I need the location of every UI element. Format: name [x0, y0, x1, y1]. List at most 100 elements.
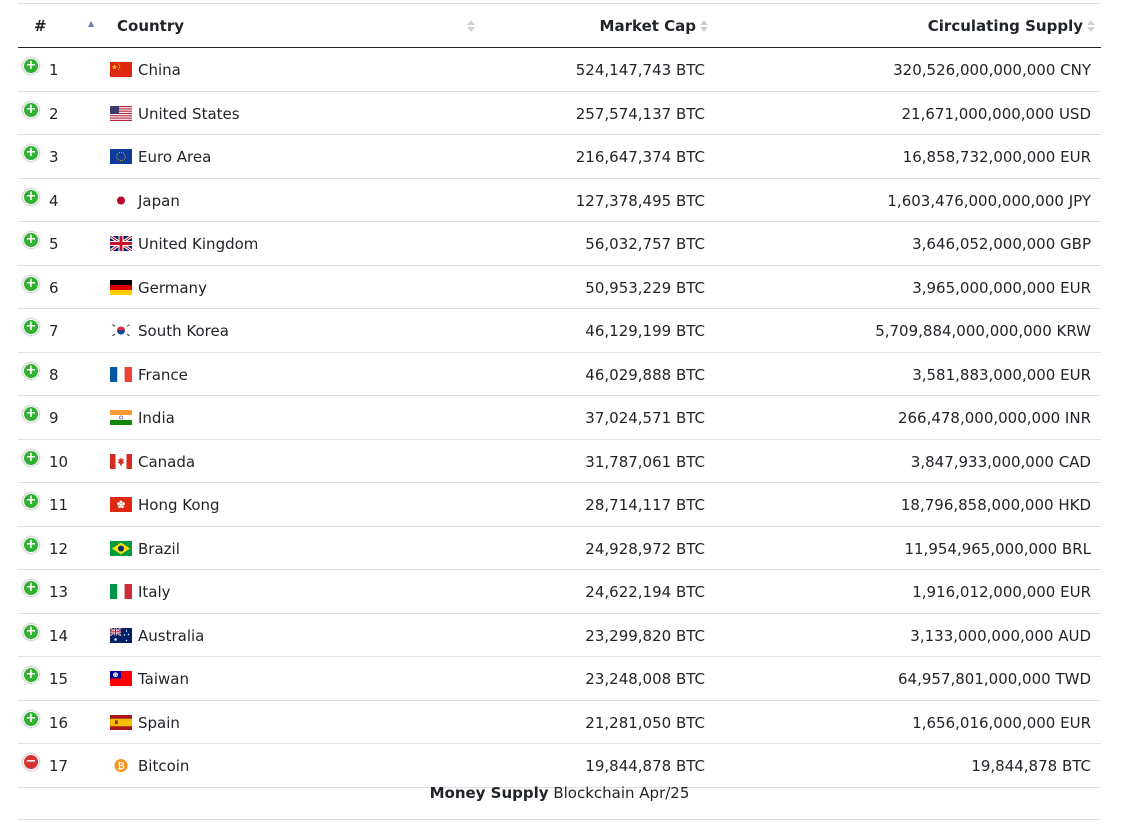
circulating-supply-cell: 320,526,000,000,000 CNY [893, 61, 1091, 79]
table-row: +13 Italy 24,622,194 BTC 1,916,012,000,000 … [18, 570, 1101, 614]
rank-cell: 12 [49, 539, 69, 558]
rank-cell: 4 [49, 191, 59, 210]
table-row: +4 Japan 127,378,495 BTC 1,603,476,000,000,… [18, 179, 1101, 223]
spain-flag-icon [110, 714, 132, 730]
rank-cell: 15 [49, 670, 69, 688]
united-kingdom-flag-icon [110, 236, 132, 251]
sort-icon[interactable] [467, 18, 475, 34]
india-flag-icon [110, 410, 132, 425]
expand-row-icon[interactable]: + [23, 667, 39, 683]
market-cap-cell: 24,622,194 BTC [585, 583, 705, 601]
circulating-supply-cell: 3,646,052,000,000 GBP [912, 235, 1091, 253]
country-name[interactable]: Japan [138, 179, 180, 223]
rank-cell: 11 [49, 496, 69, 514]
circulating-supply-cell: 5,709,884,000,000,000 KRW [875, 322, 1091, 340]
rank-cell: 8 [49, 365, 59, 384]
expand-row-icon[interactable]: + [23, 275, 39, 292]
circulating-supply-cell: 1,656,016,000,000 EUR [912, 713, 1091, 732]
country-column-header[interactable]: Country [117, 4, 184, 47]
expand-row-icon[interactable]: + [23, 232, 39, 248]
market-cap-cell: 28,714,117 BTC [585, 496, 705, 514]
footer-text: Blockchain Apr/25 [553, 784, 690, 802]
taiwan-flag-icon [110, 671, 132, 686]
rank-cell: 7 [49, 322, 59, 340]
expand-row-icon[interactable]: + [23, 188, 39, 205]
circulating-supply-cell: 3,965,000,000,000 EUR [912, 278, 1091, 297]
expand-row-icon[interactable]: + [23, 536, 39, 553]
table-row: +2 United States 257,574,137 BTC 21,671,000… [18, 92, 1101, 136]
country-name[interactable]: India [138, 396, 175, 440]
table-row: +7 South Korea 46,129,199 BTC 5,709,884,000… [18, 309, 1101, 353]
expand-row-icon[interactable]: + [23, 101, 39, 118]
market-cap-cell: 24,928,972 BTC [585, 539, 705, 558]
collapse-row-icon[interactable]: − [23, 754, 39, 770]
circulating-supply-cell: 16,858,732,000,000 EUR [902, 148, 1091, 166]
circulating-supply-cell: 266,478,000,000,000 INR [897, 409, 1091, 427]
brazil-flag-icon [110, 540, 132, 556]
country-name[interactable]: Australia [138, 614, 204, 658]
circulating-supply-cell: 64,957,801,000,000 TWD [898, 670, 1091, 688]
country-name[interactable]: Canada [138, 440, 195, 484]
circulating-supply-column-header[interactable]: Circulating Supply [928, 4, 1083, 47]
country-name[interactable]: Germany [138, 266, 207, 310]
market-cap-cell: 23,299,820 BTC [585, 626, 705, 645]
china-flag-icon [110, 62, 132, 77]
table-row: +10 Canada 31,787,061 BTC 3,847,933,000,000… [18, 440, 1101, 484]
rank-cell: 1 [49, 61, 59, 79]
table-row: +9 India 37,024,571 BTC 266,478,000,000,000… [18, 396, 1101, 440]
sort-icon[interactable] [1087, 18, 1095, 34]
country-name[interactable]: China [138, 48, 181, 92]
expand-row-icon[interactable]: + [23, 710, 39, 727]
france-flag-icon [110, 366, 132, 382]
expand-row-icon[interactable]: + [23, 319, 39, 335]
circulating-supply-cell: 3,581,883,000,000 EUR [912, 365, 1091, 384]
table-row: +5 United Kingdom 56,032,757 BTC 3,646,052,… [18, 222, 1101, 266]
hong-kong-flag-icon [110, 497, 132, 512]
market-cap-cell: 31,787,061 BTC [585, 452, 705, 471]
country-name[interactable]: Brazil [138, 527, 180, 571]
table-row: +6 Germany 50,953,229 BTC 3,965,000,000,000… [18, 266, 1101, 310]
rank-cell: 16 [49, 713, 69, 732]
expand-row-icon[interactable]: + [23, 623, 39, 640]
rank-cell: 6 [49, 278, 59, 297]
rank-cell: 9 [49, 409, 59, 427]
table-row: +8 France 46,029,888 BTC 3,581,883,000,000 … [18, 353, 1101, 397]
market-cap-cell: 216,647,374 BTC [575, 148, 705, 166]
circulating-supply-cell: 11,954,965,000,000 BRL [904, 539, 1091, 558]
expand-row-icon[interactable]: + [23, 406, 39, 422]
rank-cell: 13 [49, 583, 69, 601]
market-cap-cell: 257,574,137 BTC [575, 104, 705, 123]
expand-row-icon[interactable]: + [23, 362, 39, 379]
expand-row-icon[interactable]: + [23, 145, 39, 161]
rank-column-header[interactable]: # [34, 4, 47, 47]
country-name[interactable]: Italy [138, 570, 171, 614]
expand-row-icon[interactable]: + [23, 449, 39, 466]
market-cap-cell: 524,147,743 BTC [575, 61, 705, 79]
circulating-supply-cell: 21,671,000,000,000 USD [901, 104, 1092, 123]
table-row: +12 Brazil 24,928,972 BTC 11,954,965,000,00… [18, 527, 1101, 571]
circulating-supply-cell: 3,847,933,000,000 CAD [910, 452, 1091, 471]
rank-cell: 14 [49, 626, 69, 645]
country-name[interactable]: Euro Area [138, 135, 211, 179]
table-row: +3 Euro Area 216,647,374 BTC 16,858,732,000… [18, 135, 1101, 179]
sort-icon[interactable] [700, 18, 708, 34]
table-footer: Money Supply Blockchain Apr/25 [18, 771, 1101, 820]
sort-ascending-icon[interactable]: ▲ [88, 19, 94, 28]
expand-row-icon[interactable]: + [23, 493, 39, 509]
country-name[interactable]: South Korea [138, 309, 229, 353]
euro-area-flag-icon [110, 149, 132, 164]
country-name[interactable]: Taiwan [138, 657, 189, 701]
country-name[interactable]: Hong Kong [138, 483, 220, 527]
country-name[interactable]: Spain [138, 701, 180, 745]
country-name[interactable]: United States [138, 92, 240, 136]
market-cap-column-header[interactable]: Market Cap [600, 4, 696, 47]
japan-flag-icon [110, 192, 132, 208]
expand-row-icon[interactable]: + [23, 580, 39, 596]
rank-cell: 10 [49, 452, 69, 471]
country-name[interactable]: France [138, 353, 188, 397]
table-header: # ▲ Country Market Cap Circulating Suppl… [18, 4, 1101, 48]
rank-cell: 3 [49, 148, 59, 166]
country-name[interactable]: United Kingdom [138, 222, 258, 266]
expand-row-icon[interactable]: + [23, 58, 39, 74]
table-body: +1 China 524,147,743 BTC 320,526,000,000,00… [18, 48, 1101, 788]
